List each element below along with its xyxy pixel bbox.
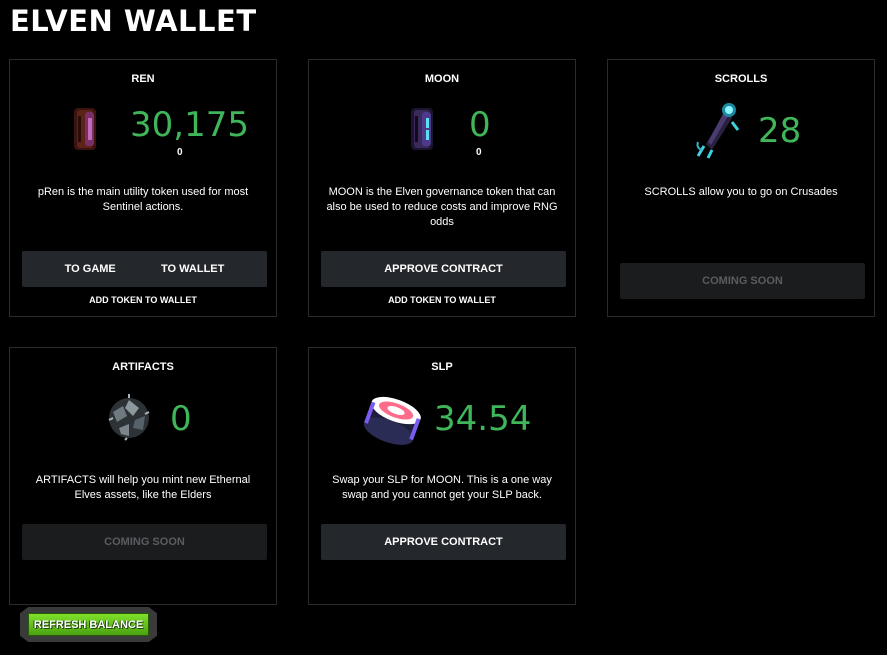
ren-card: REN 30,175 0 pRen is the main utility to…	[9, 59, 277, 317]
wallet-page: ELVEN WALLET REN 30,175 0 pRen is the ma…	[0, 0, 887, 655]
ren-balance: 30,175	[130, 105, 249, 145]
artifacts-balance: 0	[170, 399, 192, 439]
scrolls-coming-soon-button: COMING SOON	[620, 263, 865, 299]
ren-card-title: REN	[131, 73, 155, 85]
moon-add-token-link[interactable]: ADD TOKEN TO WALLET	[309, 295, 575, 305]
slp-description: Swap your SLP for MOON. This is a one wa…	[332, 474, 552, 501]
moon-coin-icon	[411, 108, 433, 150]
ren-sub-balance: 0	[177, 147, 183, 158]
slp-sushi-icon	[363, 396, 421, 445]
refresh-balance-label: REFRESH BALANCE	[28, 613, 149, 636]
slp-approve-contract-button[interactable]: APPROVE CONTRACT	[321, 524, 566, 560]
ren-transfer-buttons: TO GAME TO WALLET	[22, 251, 267, 287]
to-game-button[interactable]: TO GAME	[65, 263, 116, 275]
scrolls-card-title: SCROLLS	[714, 73, 768, 85]
slp-balance: 34.54	[434, 399, 532, 439]
to-wallet-button[interactable]: TO WALLET	[161, 263, 224, 275]
refresh-balance-button[interactable]: REFRESH BALANCE	[20, 607, 157, 642]
ren-coin-icon	[74, 108, 96, 150]
artifacts-card-title: ARTIFACTS	[112, 361, 174, 373]
moon-approve-contract-button[interactable]: APPROVE CONTRACT	[321, 251, 566, 287]
slp-card: SLP 34.54 Swap your SLP for MOON. This i…	[308, 347, 576, 605]
ren-add-token-link[interactable]: ADD TOKEN TO WALLET	[10, 295, 276, 305]
scrolls-card: SCROLLS 28 SCROLLS allow you to go on Cr…	[607, 59, 875, 317]
artifacts-card: ARTIFACTS 0 ARTIFACTS will help you mint…	[9, 347, 277, 605]
moon-sub-balance: 0	[476, 147, 482, 158]
moon-card: MOON 0 0 MOON is the Elven governance to…	[308, 59, 576, 317]
artifact-orb-icon	[108, 394, 150, 441]
scroll-creature-icon	[696, 103, 740, 159]
moon-description: MOON is the Elven governance token that …	[326, 186, 558, 228]
scrolls-balance: 28	[758, 111, 802, 151]
artifacts-description: ARTIFACTS will help you mint new Etherna…	[35, 474, 251, 501]
slp-card-title: SLP	[431, 361, 453, 373]
scrolls-description: SCROLLS allow you to go on Crusades	[644, 186, 838, 198]
moon-card-title: MOON	[424, 73, 460, 85]
moon-balance: 0	[469, 105, 491, 145]
ren-description: pRen is the main utility token used for …	[37, 186, 249, 213]
page-title: ELVEN WALLET	[10, 4, 257, 38]
artifacts-coming-soon-button: COMING SOON	[22, 524, 267, 560]
